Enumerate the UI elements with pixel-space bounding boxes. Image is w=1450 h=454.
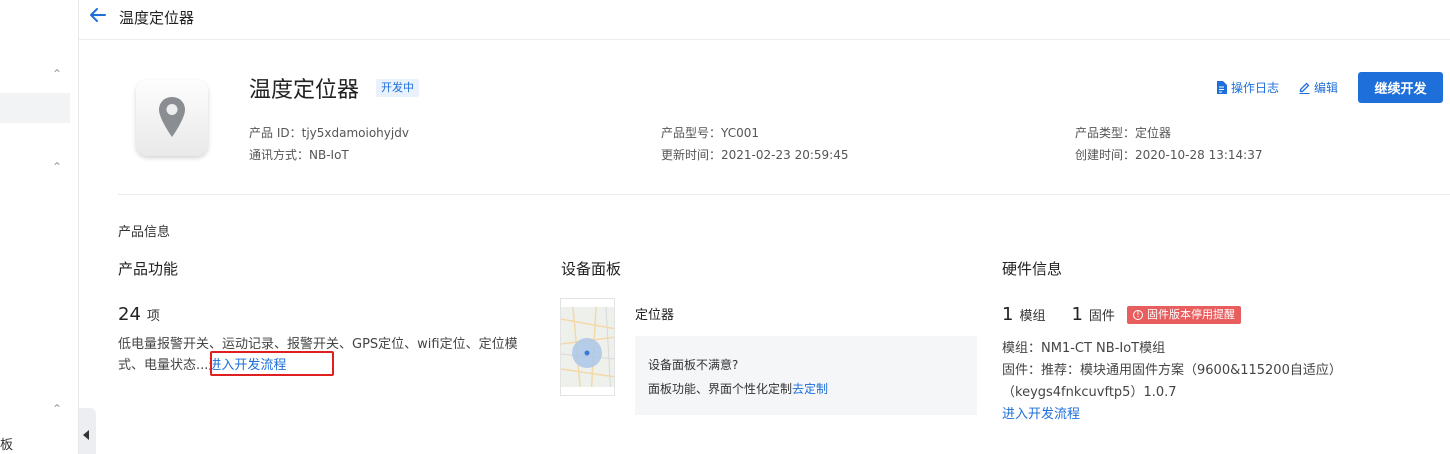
top-bar: 温度定位器 (79, 0, 1450, 40)
product-model: 产品型号：YC001 (661, 124, 759, 141)
module-count-unit: 模组 (1019, 309, 1046, 324)
divider (118, 194, 1450, 195)
hardware-counts: 1 模组 1 固件 (1002, 304, 1141, 325)
comm-method-label: 通讯方式： (249, 148, 310, 162)
firmware-count: 1 固件 (1071, 304, 1114, 325)
product-id-label: 产品 ID： (249, 126, 302, 140)
back-arrow-icon[interactable] (89, 6, 107, 24)
header-actions: 操作日志 编辑 继续开发 (1216, 72, 1443, 103)
product-model-value: YC001 (721, 126, 759, 140)
product-type: 产品类型：定位器 (1075, 124, 1171, 141)
updated-time: 更新时间：2021-02-23 20:59:45 (661, 146, 848, 163)
info-circle-icon: ! (1133, 310, 1143, 320)
module-count-number: 1 (1002, 304, 1014, 325)
operation-log-label: 操作日志 (1230, 81, 1279, 95)
product-type-value: 定位器 (1135, 126, 1172, 140)
section-label: 产品信息 (118, 225, 171, 240)
chevron-up-icon[interactable]: ⌃ (50, 160, 64, 174)
sidebar-collapse-button[interactable] (79, 408, 96, 454)
product-image (136, 80, 208, 156)
features-title: 产品功能 (118, 260, 179, 278)
firmware-info: 固件：推荐：模块通用固件方案（9600&115200自适应） (1002, 363, 1342, 378)
hardware-title: 硬件信息 (1002, 260, 1063, 278)
comm-method-value: NB-IoT (309, 148, 349, 162)
caret-left-icon (83, 430, 89, 440)
panel-description: 面板功能、界面个性化定制去定制 (648, 380, 828, 397)
feature-count-number: 24 (118, 304, 141, 325)
edit-label: 编辑 (1313, 81, 1338, 95)
highlight-box (210, 351, 334, 376)
customize-link[interactable]: 去定制 (792, 382, 828, 396)
sidebar: ⌃ ⌃ ⌃ 板 (0, 0, 79, 454)
created-time: 创建时间：2020-10-28 13:14:37 (1075, 146, 1262, 163)
panel-title: 设备面板 (561, 260, 622, 278)
firmware-count-number: 1 (1071, 304, 1083, 325)
continue-development-button[interactable]: 继续开发 (1358, 72, 1443, 103)
status-badge: 开发中 (376, 79, 419, 97)
created-time-value: 2020-10-28 13:14:37 (1135, 148, 1263, 162)
product-id-value: tjy5xdamoiohyjdv (301, 126, 409, 140)
location-pin-icon (159, 97, 185, 137)
product-model-label: 产品型号： (661, 126, 722, 140)
sidebar-item-active[interactable] (0, 93, 70, 123)
product-id: 产品 ID：tjy5xdamoiohyjdv (249, 124, 409, 141)
firmware-count-unit: 固件 (1088, 309, 1115, 324)
module-count: 1 模组 (1002, 304, 1045, 325)
chevron-up-icon[interactable]: ⌃ (50, 402, 64, 416)
chevron-up-icon[interactable]: ⌃ (50, 67, 64, 81)
document-icon (1216, 81, 1227, 94)
operation-log-button[interactable]: 操作日志 (1216, 79, 1279, 96)
updated-time-label: 更新时间： (661, 148, 722, 162)
product-name: 温度定位器 (249, 78, 360, 103)
created-time-label: 创建时间： (1075, 148, 1136, 162)
sidebar-item-label[interactable]: 板 (0, 434, 13, 453)
comm-method: 通讯方式：NB-IoT (249, 146, 349, 163)
edit-icon (1299, 82, 1310, 94)
feature-count-unit: 项 (146, 309, 160, 324)
edit-button[interactable]: 编辑 (1299, 79, 1338, 96)
panel-question: 设备面板不满意? (648, 358, 739, 372)
panel-customize-box: 设备面板不满意? 面板功能、界面个性化定制去定制 (635, 336, 977, 415)
panel-preview-image[interactable] (560, 298, 615, 396)
firmware-warning-label: 固件版本停用提醒 (1147, 308, 1235, 321)
hardware-dev-flow-link[interactable]: 进入开发流程 (1002, 403, 1080, 422)
map-thumbnail (561, 299, 614, 395)
product-type-label: 产品类型： (1075, 126, 1136, 140)
firmware-key: （keygs4fnkcuvftp5）1.0.7 (1002, 385, 1177, 400)
panel-description-text: 面板功能、界面个性化定制 (648, 382, 793, 396)
panel-name: 定位器 (635, 308, 675, 323)
updated-time-value: 2021-02-23 20:59:45 (721, 148, 849, 162)
page-title: 温度定位器 (119, 9, 195, 27)
firmware-warning-badge[interactable]: ! 固件版本停用提醒 (1127, 306, 1241, 324)
module-info: 模组：NM1-CT NB-IoT模组 (1002, 341, 1166, 356)
feature-count: 24 项 (118, 304, 160, 325)
